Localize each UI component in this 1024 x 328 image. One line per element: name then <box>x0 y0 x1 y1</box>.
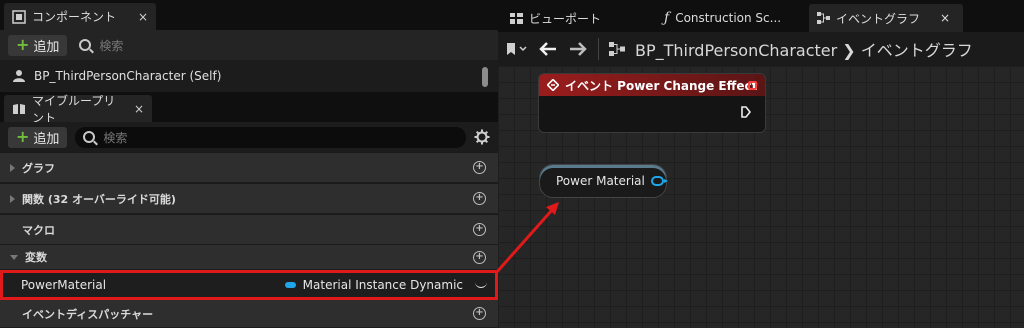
annotation-arrow <box>494 202 559 274</box>
